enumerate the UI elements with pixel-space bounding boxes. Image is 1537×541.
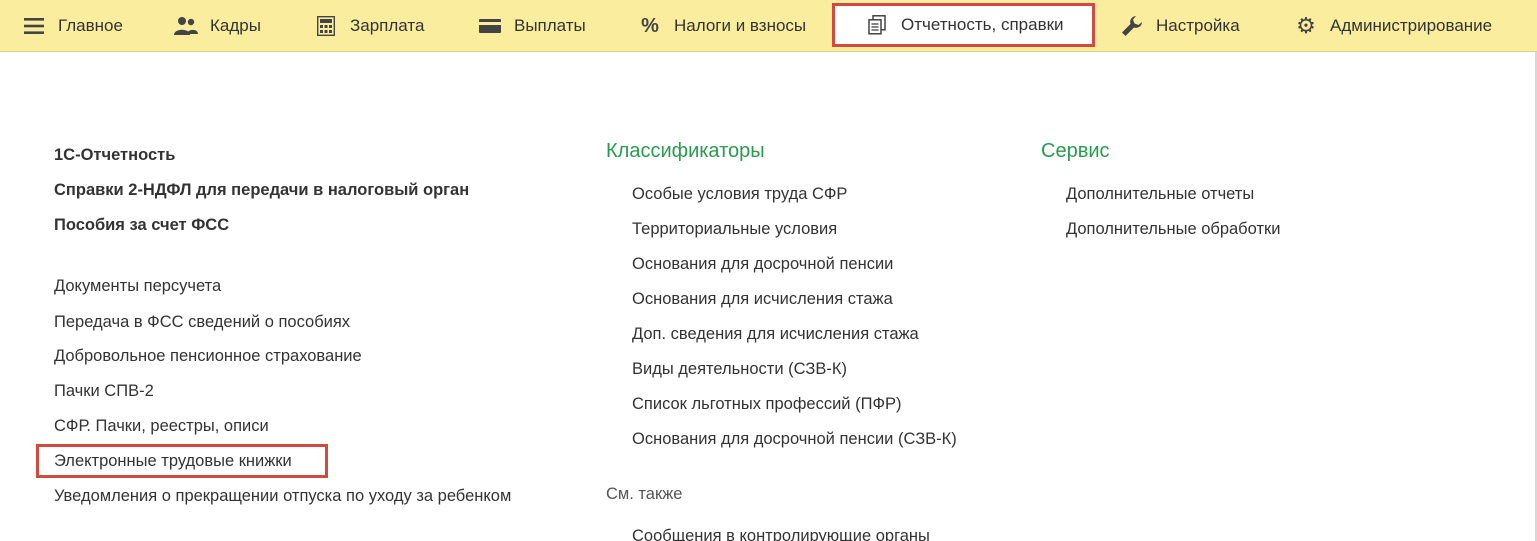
menu-item-taxes[interactable]: % Налоги и взносы <box>638 0 806 52</box>
menu-item-payments[interactable]: Выплаты <box>478 0 586 52</box>
wrench-icon <box>1120 14 1144 38</box>
menu-item-label: Главное <box>58 16 123 35</box>
link-personal-records-docs[interactable]: Документы персучета <box>54 277 221 296</box>
menu-item-reports[interactable]: Отчетность, справки <box>832 3 1095 47</box>
wallet-icon <box>478 14 502 38</box>
link-early-pension-grounds-szvk[interactable]: Основания для досрочной пенсии (СЗВ-К) <box>632 430 957 449</box>
link-fss-benefits-transfer[interactable]: Передача в ФСС сведений о пособиях <box>54 313 350 332</box>
menu-item-salary[interactable]: Зарплата <box>314 0 424 52</box>
people-icon <box>174 14 198 38</box>
link-extra-seniority-info[interactable]: Доп. сведения для исчисления стажа <box>632 325 919 344</box>
calculator-icon <box>314 14 338 38</box>
link-additional-processing[interactable]: Дополнительные обработки <box>1066 220 1280 239</box>
menu-item-label: Администрирование <box>1330 16 1493 35</box>
link-special-work-conditions[interactable]: Особые условия труда СФР <box>632 185 847 204</box>
percent-icon: % <box>641 14 659 37</box>
menu-item-main[interactable]: Главное <box>22 0 123 52</box>
documents-icon <box>865 13 889 37</box>
link-voluntary-pension-insurance[interactable]: Добровольное пенсионное страхование <box>54 347 362 366</box>
menu-item-label: Отчетность, справки <box>901 15 1064 34</box>
group-title-classifiers: Классификаторы <box>606 140 765 162</box>
menu-item-label: Выплаты <box>514 16 586 35</box>
link-additional-reports[interactable]: Дополнительные отчеты <box>1066 185 1254 204</box>
link-fss-benefits[interactable]: Пособия за счет ФСС <box>54 216 229 235</box>
link-seniority-grounds[interactable]: Основания для исчисления стажа <box>632 290 893 309</box>
link-activity-types[interactable]: Виды деятельности (СЗВ-К) <box>632 360 847 379</box>
menu-item-hr[interactable]: Кадры <box>174 0 261 52</box>
link-early-pension-grounds[interactable]: Основания для досрочной пенсии <box>632 255 893 274</box>
link-spv2-packs[interactable]: Пачки СПВ-2 <box>54 382 154 401</box>
link-parental-leave-termination-notices[interactable]: Уведомления о прекращении отпуска по ухо… <box>54 487 511 506</box>
link-electronic-work-books[interactable]: Электронные трудовые книжки <box>54 452 292 471</box>
menu-item-admin[interactable]: ⚙ Администрирование <box>1294 0 1492 52</box>
gear-icon: ⚙ <box>1296 13 1316 38</box>
link-1c-reporting[interactable]: 1С-Отчетность <box>54 146 175 165</box>
link-sfr-packs-registries[interactable]: СФР. Пачки, реестры, описи <box>54 417 269 436</box>
link-messages-to-authorities[interactable]: Сообщения в контролирующие органы <box>632 527 930 541</box>
menu-item-label: Настройка <box>1156 16 1240 35</box>
see-also-label: См. также <box>606 485 683 503</box>
hamburger-icon <box>22 14 46 38</box>
group-title-service: Сервис <box>1041 140 1110 162</box>
link-2ndfl-certificates[interactable]: Справки 2-НДФЛ для передачи в налоговый … <box>54 181 469 200</box>
menu-item-label: Зарплата <box>350 16 425 35</box>
menu-item-settings[interactable]: Настройка <box>1120 0 1240 52</box>
section-menubar: Главное Кадры Зарплата Выплаты % Налоги … <box>0 0 1537 52</box>
menu-item-label: Кадры <box>210 16 261 35</box>
menu-item-label: Налоги и взносы <box>674 16 807 35</box>
link-preferential-professions[interactable]: Список льготных профессий (ПФР) <box>632 395 902 414</box>
link-territorial-conditions[interactable]: Территориальные условия <box>632 220 837 239</box>
